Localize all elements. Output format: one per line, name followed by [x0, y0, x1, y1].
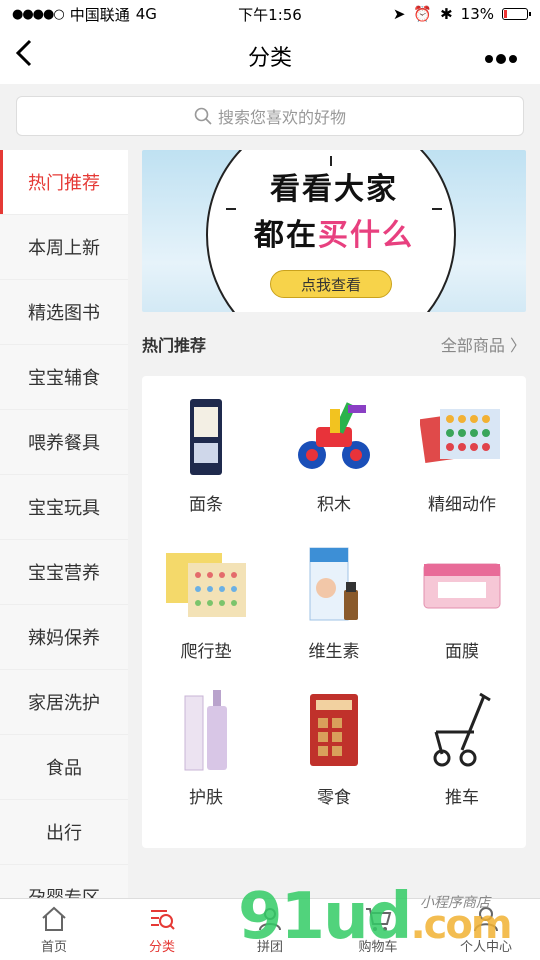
noodles-image: [163, 394, 249, 480]
stroller-image: [419, 687, 505, 773]
section-title: 热门推荐: [142, 336, 207, 355]
sidebar-item-label: 宝宝营养: [28, 563, 100, 584]
sidebar-item-label: 本周上新: [28, 238, 100, 259]
sidebar-item-hot[interactable]: 热门推荐: [0, 150, 128, 215]
category-sidebar: 热门推荐 本周上新 精选图书 宝宝辅食 喂养餐具 宝宝玩具 宝宝营养 辣妈保养 …: [0, 150, 128, 898]
sidebar-item-label: 宝宝辅食: [28, 368, 100, 389]
product-label: 面条: [189, 495, 223, 515]
product-label: 推车: [445, 788, 479, 809]
bluetooth-icon: ✱: [440, 5, 453, 23]
search-icon: [194, 107, 212, 125]
sidebar-item-home-care[interactable]: 家居洗护: [0, 670, 128, 735]
sidebar-item-label: 食品: [46, 758, 82, 779]
sidebar-item-label: 宝宝玩具: [28, 498, 100, 519]
sidebar-item-travel[interactable]: 出行: [0, 800, 128, 865]
network-label: 4G: [135, 5, 157, 23]
product-blocks[interactable]: 积木: [270, 394, 398, 541]
sidebar-item-label: 辣妈保养: [28, 628, 100, 649]
status-bar: ●●●●○ 中国联通 4G 下午1:56 ➤ ⏰ ✱ 13%: [0, 0, 540, 28]
sidebar-item-label: 孕婴专区: [28, 884, 100, 898]
product-label: 护肤: [189, 788, 223, 809]
category-search-icon: [151, 910, 175, 930]
skincare-image: [163, 687, 249, 773]
sidebar-item-label: 家居洗护: [28, 693, 100, 714]
alarm-icon: ⏰: [413, 5, 433, 23]
main-content: 看看大家 都在买什么 点我查看 热门推荐 全部商品 〉 面条 积木 精细动作 爬…: [128, 150, 540, 898]
sidebar-item-baby-food[interactable]: 宝宝辅食: [0, 345, 128, 410]
product-fine-motor[interactable]: 精细动作: [398, 394, 526, 541]
vitamin-image: [291, 541, 377, 627]
section-header: 热门推荐 全部商品 〉: [142, 326, 526, 362]
product-stroller[interactable]: 推车: [398, 687, 526, 834]
tab-category[interactable]: 分类: [108, 899, 216, 960]
sidebar-item-toys[interactable]: 宝宝玩具: [0, 475, 128, 540]
banner-headline-2: 都在买什么: [142, 210, 526, 254]
sidebar-item-label: 出行: [46, 823, 82, 844]
sidebar-item-label: 热门推荐: [28, 173, 100, 194]
search-placeholder: 搜索您喜欢的好物: [217, 108, 346, 127]
product-label: 爬行垫: [180, 641, 232, 662]
product-skincare[interactable]: 护肤: [142, 687, 270, 834]
tab-label: 首页: [40, 940, 67, 955]
product-vitamin[interactable]: 维生素: [270, 541, 398, 688]
product-face-mask[interactable]: 面膜: [398, 541, 526, 688]
sidebar-item-label: 喂养餐具: [28, 433, 100, 454]
product-label: 面膜: [445, 641, 479, 662]
sidebar-item-nutrition[interactable]: 宝宝营养: [0, 540, 128, 605]
page-title: 分类: [247, 46, 292, 71]
watermark-main: 91ud: [238, 880, 412, 954]
product-label: 零食: [317, 788, 351, 809]
chevron-left-icon[interactable]: [14, 38, 34, 75]
tab-label: 分类: [148, 940, 175, 955]
search-input[interactable]: 搜索您喜欢的好物: [16, 96, 524, 136]
product-label: 维生素: [308, 641, 360, 662]
nav-bar: 分类: [0, 28, 540, 84]
sidebar-item-food[interactable]: 食品: [0, 735, 128, 800]
promo-banner[interactable]: 看看大家 都在买什么 点我查看: [142, 150, 526, 312]
location-icon: ➤: [392, 5, 406, 23]
sidebar-item-mom-care[interactable]: 辣妈保养: [0, 605, 128, 670]
carrier-label: 中国联通: [69, 5, 130, 24]
banner-headline-1: 看看大家: [270, 172, 398, 207]
all-products-link[interactable]: 全部商品 〉: [441, 332, 526, 356]
face-mask-image: [419, 541, 505, 627]
home-icon: [42, 906, 66, 931]
watermark-subtitle: 小程序商店: [420, 895, 490, 911]
sidebar-item-label: 精选图书: [28, 303, 100, 324]
sidebar-item-books[interactable]: 精选图书: [0, 280, 128, 345]
product-crawl-mat[interactable]: 爬行垫: [142, 541, 270, 688]
fine-motor-image: [419, 394, 505, 480]
sidebar-item-maternity[interactable]: 孕婴专区: [0, 865, 128, 898]
sidebar-item-tableware[interactable]: 喂养餐具: [0, 410, 128, 475]
product-snacks[interactable]: 零食: [270, 687, 398, 834]
search-bar: 搜索您喜欢的好物: [0, 84, 540, 146]
banner-headline-2b: 买什么: [318, 218, 414, 253]
more-dots-icon[interactable]: [484, 44, 518, 72]
product-noodles[interactable]: 面条: [142, 394, 270, 541]
product-label: 积木: [317, 495, 351, 515]
banner-view-button[interactable]: 点我查看: [270, 270, 392, 298]
blocks-image: [291, 394, 377, 480]
product-grid: 面条 积木 精细动作 爬行垫 维生素 面膜 护肤 零食 推车: [142, 376, 526, 848]
crawl-mat-image: [163, 541, 249, 627]
signal-icon: ●●●●○: [12, 6, 65, 22]
snacks-image: [291, 687, 377, 773]
tab-home[interactable]: 首页: [0, 899, 108, 960]
banner-headline-2a: 都在: [254, 218, 318, 253]
sidebar-item-new-this-week[interactable]: 本周上新: [0, 215, 128, 280]
product-label: 精细动作: [428, 495, 496, 515]
battery-percent: 13%: [460, 5, 494, 23]
battery-icon: [502, 8, 531, 20]
